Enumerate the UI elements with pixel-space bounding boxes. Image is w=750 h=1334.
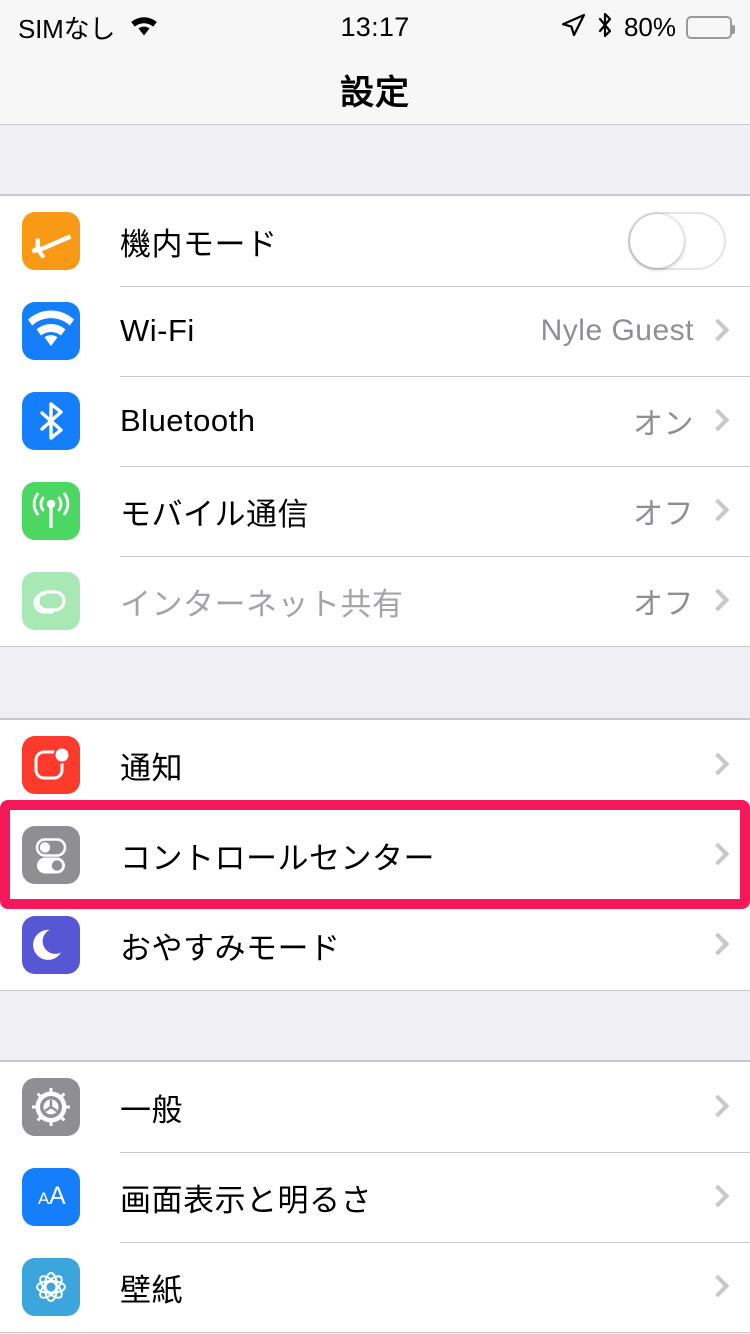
section-gap-2: [0, 991, 750, 1061]
general-gear-icon: [22, 1078, 80, 1136]
row-accessory: [694, 752, 730, 776]
row-general[interactable]: 一般: [0, 1062, 750, 1152]
row-label: Bluetooth: [120, 403, 256, 438]
row-label: 通知: [120, 750, 183, 786]
page-title: 設定: [340, 74, 410, 112]
row-label: Wi-Fi: [120, 313, 195, 348]
airplane-icon: [22, 212, 80, 270]
row-value: Nyle Guest: [540, 314, 694, 347]
chevron-right-icon: [706, 588, 730, 612]
row-label: 機内モード: [120, 226, 278, 262]
row-accessory: [694, 932, 730, 956]
airplane-mode-toggle[interactable]: [628, 212, 726, 270]
row-wallpaper[interactable]: 壁紙: [0, 1242, 750, 1332]
chevron-right-icon: [706, 1274, 730, 1298]
display-brightness-icon: A A: [22, 1168, 80, 1226]
chevron-right-icon: [706, 1184, 730, 1208]
chevron-right-icon: [706, 752, 730, 776]
row-accessory: [694, 1274, 730, 1298]
row-label: 一般: [120, 1092, 183, 1128]
row-label: 画面表示と明るさ: [120, 1182, 372, 1218]
chevron-right-icon: [706, 1094, 730, 1118]
row-display-brightness[interactable]: A A 画面表示と明るさ: [0, 1152, 750, 1242]
settings-screen: SIMなし 13:17 80% 設定 機内モード Wi-Fi Nyle Gues…: [0, 0, 750, 1334]
row-wifi[interactable]: Wi-Fi Nyle Guest: [0, 286, 750, 376]
row-label: モバイル通信: [120, 496, 309, 532]
chevron-right-icon: [706, 318, 730, 342]
highlighted-row-wrapper: コントロールセンター: [0, 800, 750, 909]
settings-group-system: 一般 A A 画面表示と明るさ 壁紙: [0, 1061, 750, 1333]
row-accessory: [694, 1184, 730, 1208]
battery-icon: [686, 16, 735, 39]
battery-percent-label: 80%: [623, 12, 676, 42]
row-accessory: オフ: [633, 489, 730, 533]
control-center-icon: [22, 826, 80, 884]
row-accessory: オン: [633, 399, 730, 443]
row-label: インターネット共有: [120, 586, 404, 622]
chevron-right-icon: [706, 408, 730, 432]
row-cellular[interactable]: モバイル通信 オフ: [0, 466, 750, 556]
personal-hotspot-icon: [22, 572, 80, 630]
row-personal-hotspot[interactable]: インターネット共有 オフ: [0, 556, 750, 646]
row-do-not-disturb[interactable]: おやすみモード: [0, 900, 750, 990]
wallpaper-icon: [22, 1258, 80, 1316]
row-accessory: [694, 842, 730, 866]
bluetooth-icon: [596, 12, 614, 43]
row-control-center[interactable]: コントロールセンター: [0, 810, 750, 900]
row-bluetooth[interactable]: Bluetooth オン: [0, 376, 750, 466]
do-not-disturb-icon: [22, 916, 80, 974]
row-accessory: [628, 212, 726, 270]
row-value: オフ: [633, 498, 694, 531]
chevron-right-icon: [706, 932, 730, 956]
location-arrow-icon: [560, 12, 586, 43]
cellular-icon: [22, 482, 80, 540]
chevron-right-icon: [706, 498, 730, 522]
row-value: オフ: [633, 588, 694, 621]
svg-text:A: A: [49, 1182, 66, 1210]
chevron-right-icon: [706, 842, 730, 866]
settings-group-notifications: 通知 コントロールセンター おやすみモード: [0, 719, 750, 991]
section-gap-1: [0, 647, 750, 719]
row-airplane-mode[interactable]: 機内モード: [0, 196, 750, 286]
section-gap-top: [0, 125, 750, 195]
settings-group-connectivity: 機内モード Wi-Fi Nyle Guest Bluetooth オン モバイル…: [0, 195, 750, 647]
nav-bar: 設定: [0, 55, 750, 125]
row-label: コントロールセンター: [120, 840, 435, 876]
wifi-icon: [22, 302, 80, 360]
status-bar-right: 80%: [560, 12, 735, 43]
status-bar: SIMなし 13:17 80%: [0, 0, 750, 55]
row-notifications[interactable]: 通知: [0, 720, 750, 810]
notifications-icon: [22, 736, 80, 794]
row-label: 壁紙: [120, 1272, 183, 1308]
row-accessory: オフ: [633, 579, 730, 623]
row-value: オン: [633, 408, 694, 441]
row-accessory: [694, 1094, 730, 1118]
row-accessory: Nyle Guest: [540, 314, 730, 348]
row-label: おやすみモード: [120, 930, 341, 966]
bluetooth-icon: [22, 392, 80, 450]
